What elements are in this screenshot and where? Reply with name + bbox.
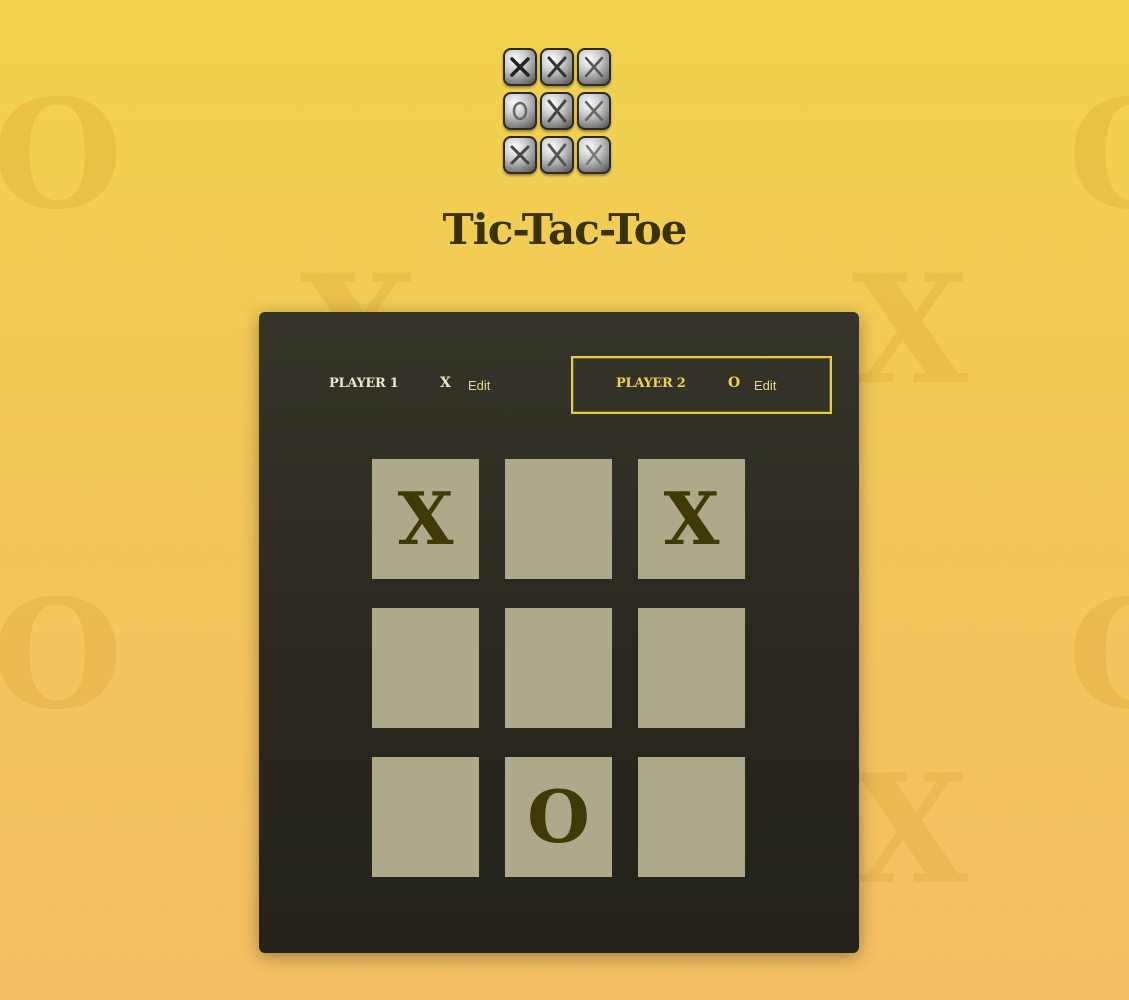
player-2-edit-button[interactable]: Edit	[754, 378, 776, 393]
logo-x-tile-icon	[503, 136, 537, 174]
player-1-name: PLAYER 1	[329, 376, 399, 391]
background-o-glyph: O	[1068, 580, 1129, 730]
tic-tac-toe-logo-icon	[503, 48, 613, 178]
logo-x-tile-icon	[577, 92, 611, 130]
background-x-glyph: X	[852, 742, 969, 918]
board-cell-2[interactable]	[505, 459, 612, 579]
player-2-card-active: PLAYER 2 O Edit	[571, 356, 832, 414]
logo-x-tile-icon	[540, 48, 574, 86]
background-x-glyph: X	[852, 242, 969, 418]
logo-x-tile-icon	[540, 92, 574, 130]
board-cell-5[interactable]	[505, 608, 612, 728]
player-2-name: PLAYER 2	[616, 376, 686, 391]
board-cell-1[interactable]: X	[372, 459, 479, 579]
background-o-glyph: O	[0, 567, 123, 743]
board-cell-9[interactable]	[638, 757, 745, 877]
player-2-symbol: O	[728, 375, 741, 391]
logo-x-tile-icon	[503, 48, 537, 86]
logo-x-tile-icon	[577, 48, 611, 86]
player-1-card: PLAYER 1 X Edit	[311, 356, 572, 414]
game-panel: PLAYER 1 X Edit PLAYER 2 O Edit X X O	[259, 312, 859, 953]
board-cell-3[interactable]: X	[638, 459, 745, 579]
player-1-edit-button[interactable]: Edit	[468, 378, 490, 393]
logo-o-tile-icon	[503, 92, 537, 130]
board-cell-8[interactable]: O	[505, 757, 612, 877]
game-board: X X O	[372, 459, 746, 878]
logo-x-tile-icon	[540, 136, 574, 174]
board-cell-6[interactable]	[638, 608, 745, 728]
page-title: Tic-Tac-Toe	[442, 205, 688, 254]
board-cell-7[interactable]	[372, 757, 479, 877]
logo-x-tile-icon	[577, 136, 611, 174]
board-cell-4[interactable]	[372, 608, 479, 728]
player-1-symbol: X	[440, 375, 451, 391]
